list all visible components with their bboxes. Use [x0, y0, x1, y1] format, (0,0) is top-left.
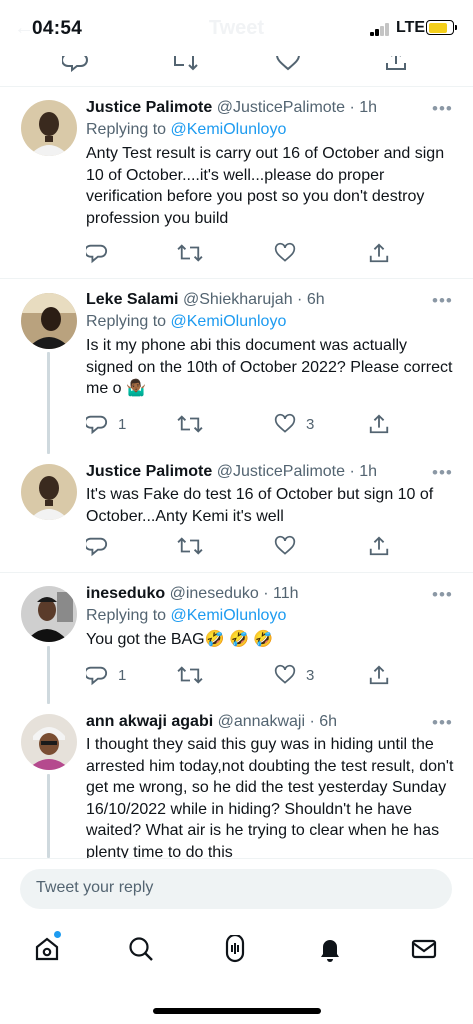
reply-button[interactable]	[86, 534, 118, 558]
like-count: 3	[306, 415, 315, 433]
mention-link[interactable]: @KemiOlunloyo	[171, 607, 287, 624]
tweet-text: Is it my phone abi this document was act…	[86, 337, 453, 397]
reply-count: 1	[118, 415, 127, 433]
tweet-text: You got the BAG🤣 🤣 🤣	[86, 631, 274, 648]
tweet-text: I thought they said this guy was in hidi…	[86, 736, 454, 858]
mention-link[interactable]: @KemiOlunloyo	[171, 121, 287, 138]
share-icon	[369, 243, 389, 263]
display-name[interactable]: ann akwaji agabi	[86, 713, 213, 730]
status-bar: ← Tweet 04:54 LTE	[0, 0, 473, 56]
battery-icon	[426, 20, 457, 35]
notifications-icon[interactable]	[313, 932, 347, 966]
like-icon	[274, 664, 296, 684]
like-button[interactable]	[274, 241, 306, 265]
like-icon	[274, 413, 296, 433]
reply-placeholder: Tweet your reply	[36, 879, 154, 896]
share-icon	[369, 414, 389, 434]
reply-icon	[86, 537, 107, 557]
handle[interactable]: @Shiekharujah	[183, 291, 293, 308]
handle[interactable]: @annakwaji	[218, 713, 305, 730]
cellular-signal-icon	[370, 22, 392, 36]
tweet-text: It's was Fake do test 16 of October but …	[86, 486, 434, 525]
tweet[interactable]: Leke Salami @Shiekharujah · 6h Replying …	[0, 278, 473, 454]
search-icon[interactable]	[124, 932, 158, 966]
thread-line	[47, 646, 50, 704]
handle[interactable]: @JusticePalimote	[217, 463, 345, 480]
more-options-icon[interactable]: •••	[432, 464, 453, 481]
display-name[interactable]: Justice Palimote	[86, 463, 212, 480]
replying-to: Replying to @KemiOlunloyo	[86, 607, 287, 624]
timestamp[interactable]: 11h	[273, 585, 299, 602]
handle[interactable]: @ineseduko	[170, 585, 259, 602]
tweet[interactable]: Justice Palimote @JusticePalimote · 1h I…	[0, 454, 473, 572]
display-name[interactable]: ineseduko	[86, 585, 165, 602]
more-options-icon[interactable]: •••	[432, 292, 453, 309]
retweet-icon	[177, 537, 203, 555]
share-button[interactable]	[368, 534, 390, 558]
share-icon	[369, 665, 389, 685]
tweet[interactable]: Justice Palimote @JusticePalimote · 1h R…	[0, 86, 473, 278]
like-icon	[274, 535, 296, 555]
previous-tweet-actions	[0, 48, 473, 86]
thread-line	[47, 352, 50, 454]
messages-icon[interactable]	[407, 932, 441, 966]
handle[interactable]: @JusticePalimote	[217, 99, 345, 116]
like-count: 3	[306, 666, 315, 684]
timestamp[interactable]: 1h	[359, 463, 377, 480]
share-button[interactable]	[368, 412, 390, 436]
reply-icon	[86, 415, 107, 435]
avatar[interactable]	[21, 714, 77, 770]
timestamp[interactable]: 6h	[307, 291, 325, 308]
avatar[interactable]	[21, 293, 77, 349]
reply-icon	[86, 666, 107, 686]
thread-line	[47, 774, 50, 858]
retweet-button[interactable]	[177, 534, 203, 558]
share-icon	[369, 536, 389, 556]
share-button[interactable]	[368, 663, 390, 687]
avatar[interactable]	[21, 586, 77, 642]
like-button[interactable]: 3	[274, 663, 314, 687]
more-options-icon[interactable]: •••	[432, 100, 453, 117]
timestamp[interactable]: 1h	[359, 99, 377, 116]
retweet-icon	[177, 415, 203, 433]
share-button[interactable]	[368, 241, 390, 265]
tweet[interactable]: ann akwaji agabi @annakwaji · 6h I thoug…	[0, 704, 473, 858]
more-options-icon[interactable]: •••	[432, 714, 453, 731]
retweet-button[interactable]	[177, 663, 203, 687]
display-name[interactable]: Leke Salami	[86, 291, 179, 308]
reply-button[interactable]: 1	[86, 663, 126, 687]
retweet-button[interactable]	[177, 241, 203, 265]
more-options-icon[interactable]: •••	[432, 586, 453, 603]
network-type: LTE	[396, 19, 426, 36]
reply-input[interactable]: Tweet your reply	[20, 869, 452, 909]
reply-button[interactable]: 1	[86, 412, 126, 436]
replying-to: Replying to @KemiOlunloyo	[86, 313, 287, 330]
replying-to: Replying to @KemiOlunloyo	[86, 121, 287, 138]
reply-count: 1	[118, 666, 127, 684]
unread-indicator	[54, 931, 61, 938]
display-name[interactable]: Justice Palimote	[86, 99, 212, 116]
tweet[interactable]: ineseduko @ineseduko · 11h Replying to @…	[0, 572, 473, 704]
avatar[interactable]	[21, 464, 77, 520]
tweet-text: Anty Test result is carry out 16 of Octo…	[86, 145, 445, 227]
reply-button[interactable]	[86, 241, 118, 265]
like-icon	[274, 242, 296, 262]
like-button[interactable]: 3	[274, 412, 314, 436]
avatar[interactable]	[21, 100, 77, 156]
spaces-icon[interactable]	[218, 932, 252, 966]
retweet-icon	[177, 666, 203, 684]
like-button[interactable]	[274, 534, 306, 558]
bottom-nav	[0, 918, 473, 984]
mention-link[interactable]: @KemiOlunloyo	[171, 313, 287, 330]
status-time: 04:54	[32, 18, 83, 39]
timestamp[interactable]: 6h	[319, 713, 337, 730]
home-indicator[interactable]	[153, 1008, 321, 1014]
retweet-button[interactable]	[177, 412, 203, 436]
divider	[0, 858, 473, 859]
retweet-icon	[177, 244, 203, 262]
reply-icon	[86, 244, 107, 264]
